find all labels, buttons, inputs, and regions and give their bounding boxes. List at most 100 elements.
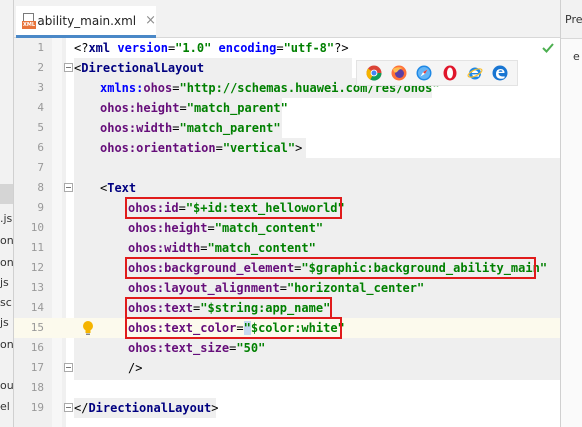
lightbulb-icon[interactable] — [82, 320, 94, 336]
xml-file-icon: XML — [22, 12, 36, 29]
line-number: 18 — [30, 381, 44, 394]
firefox-icon[interactable] — [391, 65, 407, 81]
code-token: = — [179, 101, 187, 115]
line-number: 16 — [30, 341, 44, 354]
line-number: 9 — [37, 201, 44, 214]
line-number: 14 — [30, 301, 44, 314]
check-icon[interactable] — [542, 42, 554, 54]
code-token: > — [295, 141, 303, 155]
code-token: = — [172, 81, 180, 95]
code-token: xml — [88, 41, 111, 55]
code-token: = — [215, 141, 223, 155]
code-token: "1.0" — [175, 41, 212, 55]
close-icon[interactable]: × — [145, 13, 156, 28]
code-token: "horizontal_center" — [286, 281, 425, 295]
code-token: </ — [74, 401, 89, 415]
code-token: = — [207, 221, 215, 235]
project-selected-row[interactable] — [0, 184, 13, 204]
line-number: 19 — [30, 401, 44, 414]
preview-title[interactable]: Pre — [565, 13, 582, 26]
highlight-box-text — [125, 297, 332, 319]
fold-marker-icon[interactable] — [64, 363, 73, 373]
code-line-1[interactable]: <?xml version="1.0" encoding="utf-8"?> — [74, 38, 349, 58]
opera-icon[interactable] — [442, 65, 458, 81]
code-line-13[interactable]: ohos:layout_alignment="horizontal_center… — [128, 278, 424, 298]
code-token: ohos:width — [100, 121, 173, 135]
code-line-5[interactable]: ohos:width="match_parent" — [100, 118, 281, 138]
code-line-4[interactable]: ohos:height="match_parent" — [100, 98, 288, 118]
line-number: 5 — [37, 121, 44, 134]
code-token: version — [110, 41, 168, 55]
highlight-box-background — [125, 257, 536, 279]
code-token: "match_parent" — [179, 121, 281, 135]
project-item[interactable]: on — [0, 256, 13, 269]
browser-preview-toolbar — [356, 60, 518, 86]
project-item[interactable]: js — [0, 276, 9, 289]
code-token: ohos — [143, 81, 173, 95]
code-token: "match_content" — [214, 221, 324, 235]
line-number: 4 — [37, 101, 44, 114]
ie-icon[interactable] — [467, 65, 483, 81]
edge-icon[interactable] — [492, 65, 508, 81]
project-item[interactable]: .js — [0, 212, 12, 225]
code-token: "match_parent" — [186, 101, 288, 115]
line-number: 6 — [37, 141, 44, 154]
code-token: ohos:height — [128, 221, 208, 235]
code-token: ohos:orientation — [100, 141, 216, 155]
code-token: DirectionalLayout — [81, 61, 205, 75]
code-token: ohos:height — [100, 101, 180, 115]
scope-shade — [74, 158, 560, 178]
code-line-16[interactable]: ohos:text_size="50" — [128, 338, 265, 358]
line-number: 1 — [37, 41, 44, 54]
highlight-box-id — [125, 197, 342, 219]
fold-marker-icon[interactable] — [64, 403, 73, 413]
code-token: DirectionalLayout — [88, 401, 212, 415]
code-token: ohos:layout_alignment — [128, 281, 280, 295]
code-token: ohos:width — [128, 241, 201, 255]
chrome-icon[interactable] — [366, 65, 382, 81]
code-token: /> — [128, 361, 143, 375]
code-token: "match_content" — [207, 241, 316, 255]
code-line-17[interactable]: /> — [128, 358, 142, 378]
fold-gutter[interactable] — [52, 38, 62, 427]
preview-panel[interactable]: Pre e — [560, 0, 582, 427]
code-token: encoding — [211, 41, 277, 55]
project-item[interactable]: sc — [0, 296, 12, 309]
project-item[interactable]: on — [0, 338, 13, 351]
code-line-8[interactable]: <Text — [100, 178, 136, 198]
code-line-19[interactable]: </DirectionalLayout> — [74, 398, 219, 418]
code-line-10[interactable]: ohos:height="match_content" — [128, 218, 323, 238]
line-number: 7 — [37, 161, 44, 174]
project-item[interactable]: ou — [0, 379, 13, 392]
project-panel[interactable]: .js on on js sc js on ou el — [0, 0, 14, 427]
fold-marker-icon[interactable] — [64, 183, 73, 193]
editor-tab-bar: XML ability_main.xml × — [14, 0, 560, 38]
code-token: = — [279, 281, 287, 295]
project-item[interactable]: el — [0, 400, 10, 413]
code-line-2[interactable]: <DirectionalLayout — [74, 58, 204, 78]
preview-body — [561, 38, 582, 427]
code-token: ?> — [334, 41, 349, 55]
code-line-11[interactable]: ohos:width="match_content" — [128, 238, 316, 258]
project-item[interactable]: js — [0, 316, 9, 329]
line-number: 12 — [30, 261, 44, 274]
code-token: <? — [74, 41, 89, 55]
safari-icon[interactable] — [416, 65, 432, 81]
line-number: 11 — [30, 241, 44, 254]
line-number: 17 — [30, 361, 44, 374]
code-token: "utf-8" — [283, 41, 335, 55]
code-line-6[interactable]: ohos:orientation="vertical"> — [100, 138, 302, 158]
code-token: Text — [107, 181, 137, 195]
code-token: > — [211, 401, 219, 415]
line-number: 8 — [37, 181, 44, 194]
line-number: 10 — [30, 221, 44, 234]
highlight-box-text-color — [125, 317, 342, 339]
fold-marker-icon[interactable] — [64, 63, 73, 73]
tab-label: ability_main.xml — [37, 13, 137, 28]
code-token: ohos:text_size — [128, 341, 230, 355]
code-token: "vertical" — [222, 141, 296, 155]
project-item[interactable]: on — [0, 234, 13, 247]
tab-ability-main-xml[interactable]: XML ability_main.xml × — [16, 6, 156, 38]
preview-fragment: e — [573, 50, 580, 63]
line-number: 3 — [37, 81, 44, 94]
